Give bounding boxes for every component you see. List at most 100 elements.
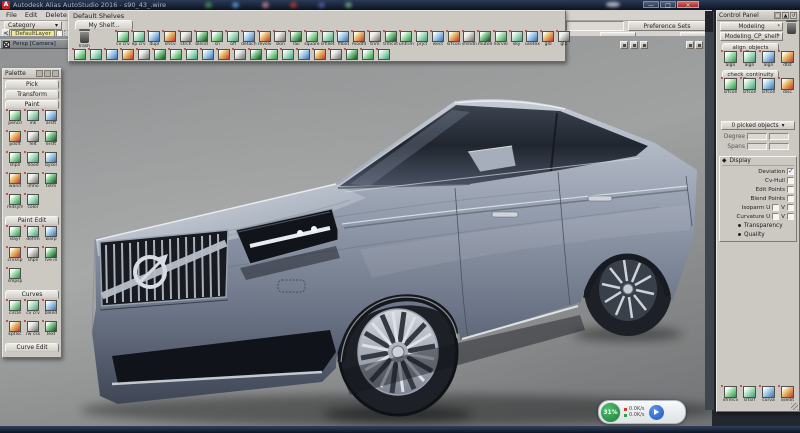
- preference-sets-button[interactable]: Preference Sets: [628, 21, 706, 31]
- shelves-window-title[interactable]: Default Shelves: [69, 11, 565, 20]
- palette-tool[interactable]: ink: [24, 110, 42, 130]
- degree-field-v[interactable]: [769, 133, 789, 140]
- widget-app-button[interactable]: [649, 405, 664, 420]
- panel-button[interactable]: ↺: [790, 12, 797, 19]
- dock-button[interactable]: [711, 11, 713, 32]
- option-checkbox[interactable]: [787, 177, 794, 184]
- shelf-tool[interactable]: blend: [194, 31, 210, 47]
- palette-tool[interactable]: slayr: [6, 226, 24, 246]
- option-checkbox[interactable]: [787, 168, 794, 175]
- palette-tab[interactable]: Transform: [5, 90, 59, 99]
- v-checkbox[interactable]: [787, 213, 794, 220]
- shelf-tool[interactable]: muted: [477, 31, 493, 47]
- palette-tool[interactable]: rw css: [24, 321, 42, 341]
- cp-tool[interactable]: disc: [778, 78, 797, 95]
- palette-tool[interactable]: flood: [24, 152, 42, 172]
- viewport-button[interactable]: [686, 41, 694, 49]
- paint-edit-tab[interactable]: Paint Edit: [5, 216, 59, 225]
- shelf-tool[interactable]: [120, 49, 136, 60]
- palette-tab[interactable]: Paint: [5, 100, 59, 109]
- spans-field-u[interactable]: [747, 143, 767, 150]
- cp-tool[interactable]: dtst: [778, 51, 797, 68]
- palette-tool[interactable]: rve in: [42, 247, 60, 267]
- palette-title-bar[interactable]: Palette: [3, 69, 61, 79]
- resize-grip[interactable]: [791, 403, 798, 410]
- shelf-tool[interactable]: ep crv: [131, 31, 147, 47]
- palette-tool[interactable]: crvsnp: [6, 247, 24, 267]
- curve-edit-tab[interactable]: Curve Edit: [5, 343, 59, 352]
- palette-tool[interactable]: kptlsc: [6, 321, 24, 341]
- shelf-tool[interactable]: [280, 49, 296, 60]
- shelf-tool[interactable]: gl1: [556, 31, 572, 47]
- curves-tab[interactable]: Curves: [5, 290, 59, 299]
- palette-tool[interactable]: defrm: [24, 226, 42, 246]
- viewport-button[interactable]: [630, 41, 638, 49]
- shelf-tool[interactable]: trim: [367, 31, 383, 47]
- viewport-button[interactable]: [695, 41, 703, 49]
- viewport-button[interactable]: [620, 41, 628, 49]
- shelf-tool[interactable]: sn: [210, 31, 226, 47]
- shelf-tool[interactable]: sky: [509, 31, 525, 47]
- shelf-tool[interactable]: [88, 49, 104, 60]
- shelf-tool[interactable]: rail: [288, 31, 304, 47]
- shelf-tool[interactable]: [152, 49, 168, 60]
- viewport[interactable]: Persp [Camera] 31% 0.0K/s 0.0K/s: [0, 36, 712, 426]
- shelf-tool[interactable]: dupl: [147, 31, 163, 47]
- shelf-tool[interactable]: untrim: [399, 31, 415, 47]
- close-button[interactable]: ×: [677, 1, 699, 8]
- shelf-tool[interactable]: [168, 49, 184, 60]
- u-checkbox[interactable]: [772, 204, 779, 211]
- viewport-button[interactable]: [640, 41, 648, 49]
- shelf-tool[interactable]: [296, 49, 312, 60]
- option-checkbox[interactable]: [787, 186, 794, 193]
- network-status-widget[interactable]: 31% 0.0K/s 0.0K/s: [598, 400, 686, 424]
- picked-objects-dropdown[interactable]: 0 picked objects ▾: [721, 121, 795, 130]
- shelf-tool[interactable]: modfit: [351, 31, 367, 47]
- shelf-tool[interactable]: [344, 49, 360, 60]
- panel-button[interactable]: ▲: [782, 12, 789, 19]
- check-continuity-tab[interactable]: check_continuity: [722, 70, 779, 78]
- cp-tool[interactable]: curva: [759, 386, 778, 403]
- menu-item[interactable]: Delete: [42, 11, 69, 19]
- shelf-tool[interactable]: [328, 49, 344, 60]
- shelf-tool[interactable]: srfcon: [446, 31, 462, 47]
- palette-tool[interactable]: bysol: [42, 152, 60, 172]
- shelf-tool[interactable]: [72, 49, 88, 60]
- palette-tab[interactable]: Pick: [5, 80, 59, 89]
- shelf-tool[interactable]: isect: [430, 31, 446, 47]
- maximize-button[interactable]: □: [660, 1, 676, 8]
- shelf-tool[interactable]: square: [304, 31, 320, 47]
- shelf-tool[interactable]: [248, 49, 264, 60]
- cp-tool[interactable]: xfrmcv: [721, 386, 740, 403]
- degree-field-u[interactable]: [747, 133, 767, 140]
- v-checkbox[interactable]: [787, 204, 794, 211]
- palette-tool[interactable]: wand: [6, 173, 24, 193]
- shelf-tool[interactable]: [216, 49, 232, 60]
- palette-tool[interactable]: pencil: [6, 110, 24, 130]
- shelf-tool[interactable]: gl0: [540, 31, 556, 47]
- shelf-tool[interactable]: [232, 49, 248, 60]
- cp-tool[interactable]: srfcon: [740, 78, 759, 95]
- shelf-tool[interactable]: trmcvt: [383, 31, 399, 47]
- palette-tool[interactable]: shpn: [24, 247, 42, 267]
- cp-tool[interactable]: srtsrf: [740, 386, 759, 403]
- cp-tool[interactable]: ssedit: [778, 386, 797, 403]
- display-header[interactable]: ◆ Display: [722, 158, 794, 166]
- shelf-tool[interactable]: xfrcv: [162, 31, 178, 47]
- palette-tool[interactable]: arsft: [42, 110, 60, 130]
- menu-item[interactable]: Edit: [22, 11, 41, 19]
- shelf-tool[interactable]: prjct: [414, 31, 430, 47]
- palette-tool[interactable]: color: [24, 194, 42, 214]
- palette-tool[interactable]: circle: [6, 300, 24, 320]
- cp-tool[interactable]: algn: [740, 51, 759, 68]
- camera-toggle-icon[interactable]: [3, 41, 10, 48]
- palette-tool[interactable]: mdsym: [6, 194, 24, 214]
- modeling-dropdown[interactable]: Modeling *: [720, 22, 783, 31]
- shelf-tool[interactable]: [200, 49, 216, 60]
- shelf-tool[interactable]: [184, 49, 200, 60]
- shelf-tool[interactable]: fflbld: [336, 31, 352, 47]
- menu-item[interactable]: File: [3, 11, 20, 19]
- shelf-tool[interactable]: [264, 49, 280, 60]
- shelf-tool[interactable]: sfshdn: [462, 31, 478, 47]
- display-bullet-row[interactable]: Transparency: [722, 221, 794, 230]
